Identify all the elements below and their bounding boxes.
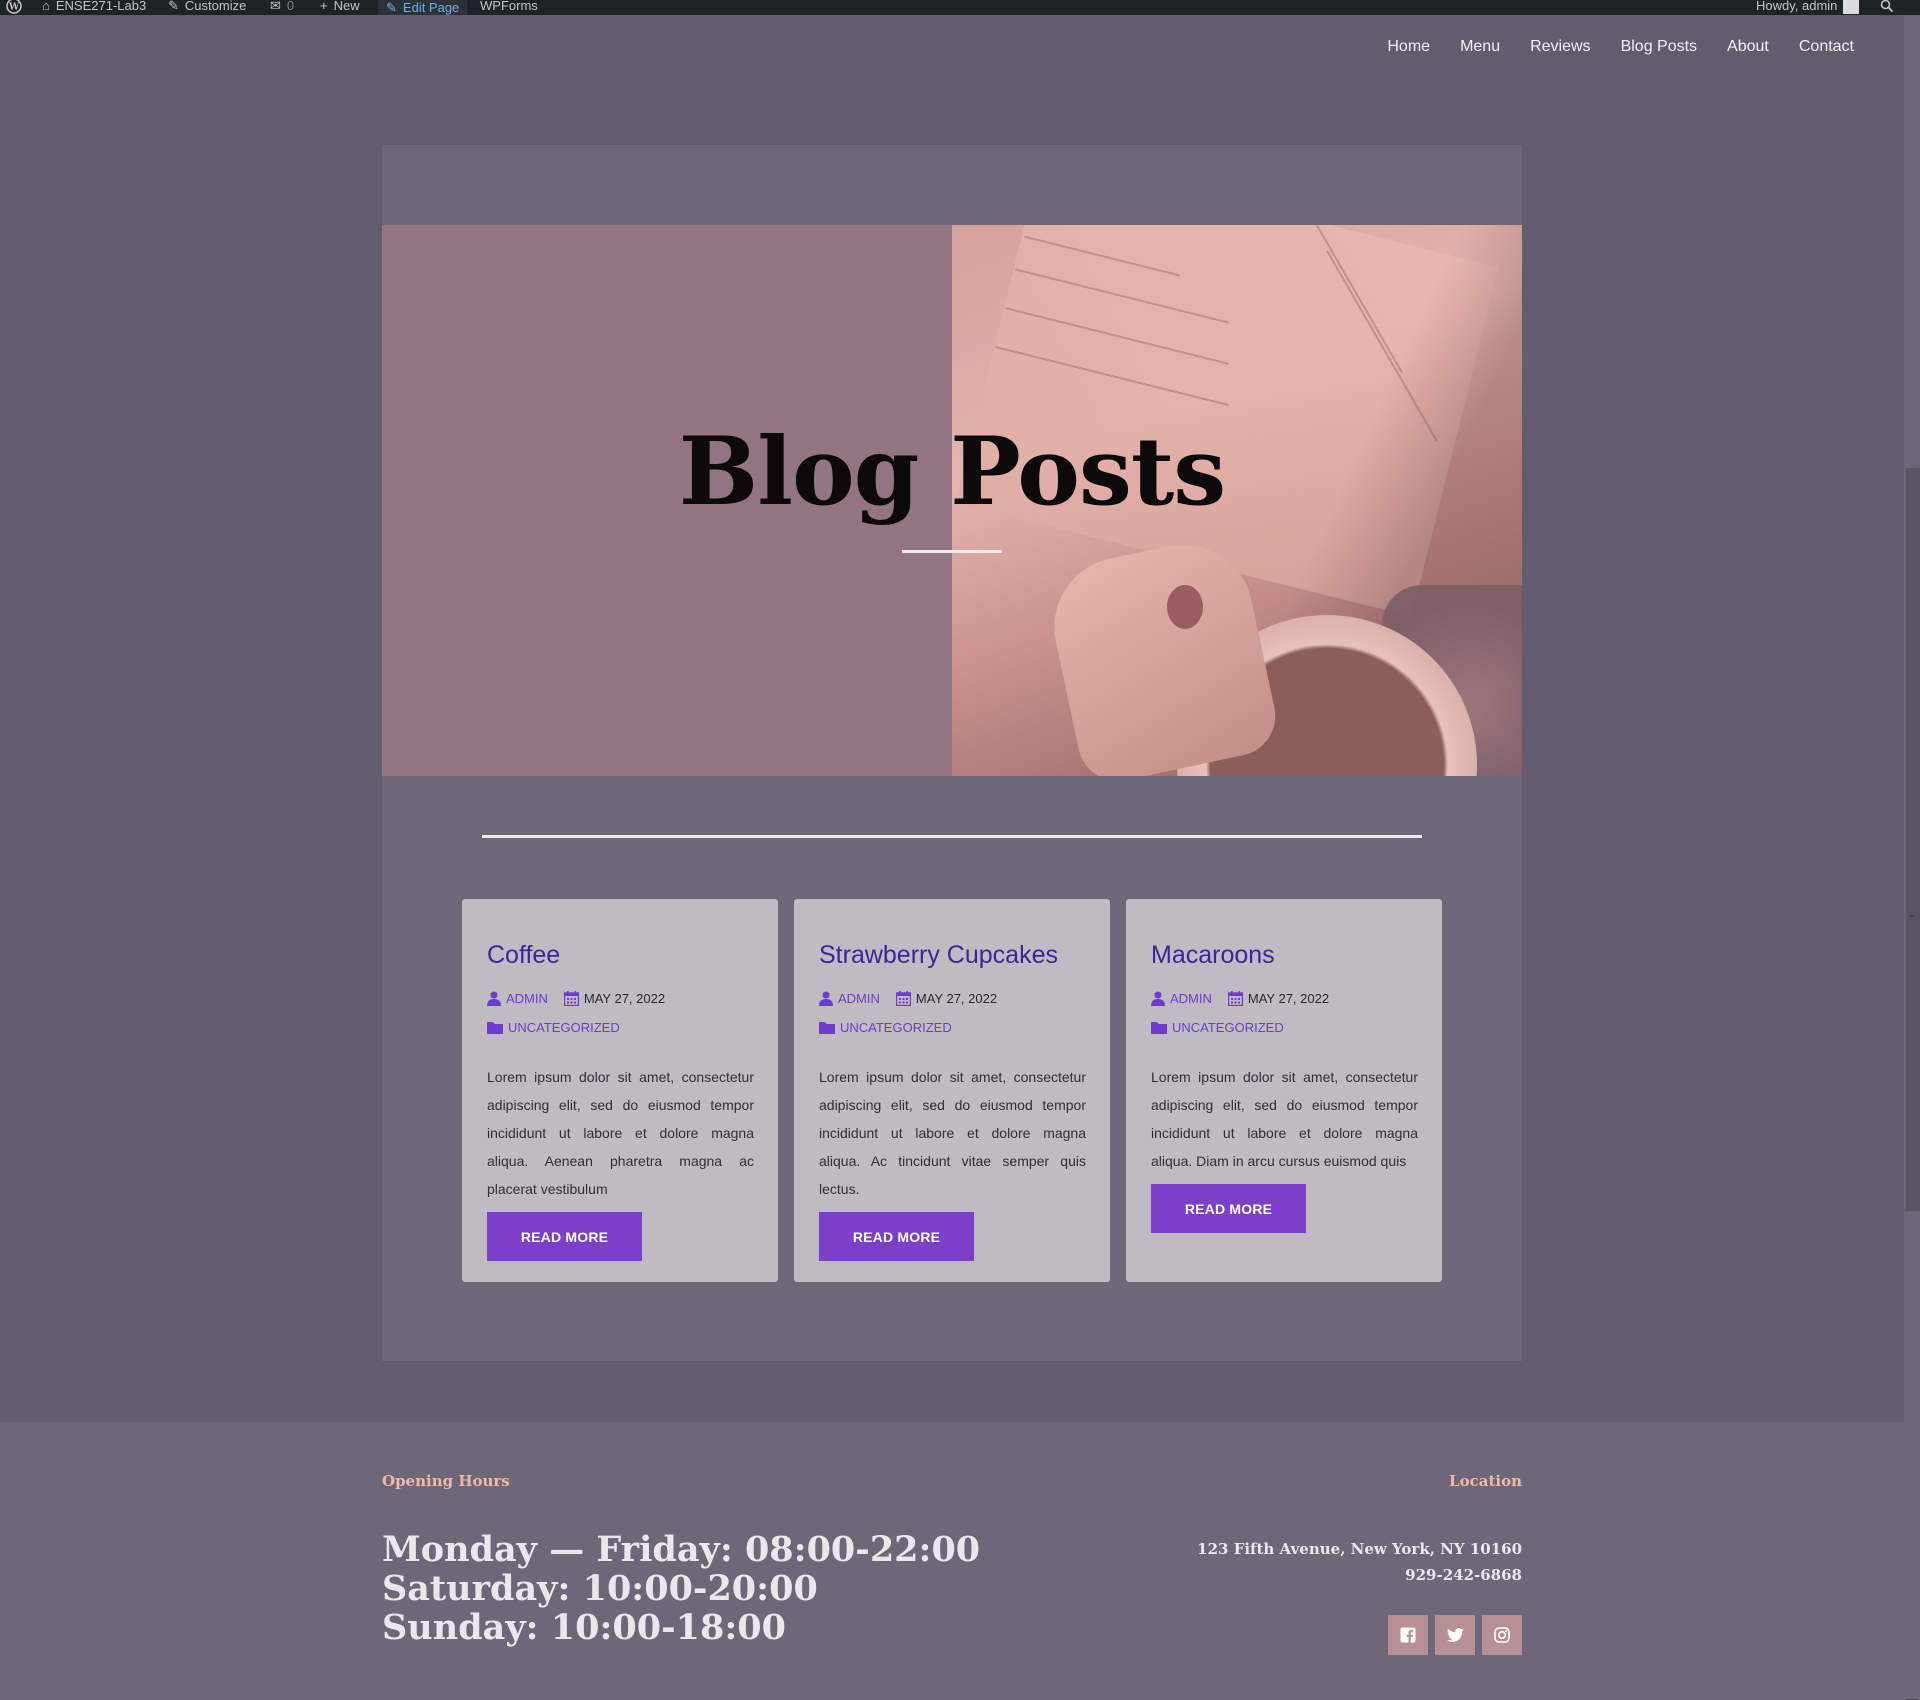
site-footer: Opening Hours Location Monday — Friday: …: [0, 1422, 1904, 1700]
nav-menu[interactable]: Menu: [1460, 38, 1500, 56]
admin-bar-comments[interactable]: ✉ 0: [270, 0, 294, 15]
hero-banner: Blog Posts: [382, 225, 1522, 776]
post-category-link[interactable]: UNCATEGORIZED: [508, 1020, 620, 1035]
title-underline: [902, 550, 1002, 553]
admin-bar-wpforms[interactable]: WPForms: [480, 0, 538, 15]
post-title[interactable]: Macaroons: [1151, 941, 1275, 970]
plus-icon: +: [320, 0, 328, 13]
nav-contact[interactable]: Contact: [1799, 38, 1854, 56]
nav-home[interactable]: Home: [1387, 38, 1430, 56]
post-excerpt: Lorem ipsum dolor sit amet, consectetur …: [487, 1069, 754, 1197]
chevron-down-icon: ⌄: [1907, 909, 1917, 920]
post-title[interactable]: Coffee: [487, 941, 560, 970]
content-panel: Blog Posts Coffee ADMIN MAY 27, 2022 UNC…: [382, 145, 1522, 1361]
post-excerpt: Lorem ipsum dolor sit amet, consectetur …: [1151, 1069, 1418, 1169]
post-author-link[interactable]: ADMIN: [506, 991, 548, 1006]
page-scrollbar[interactable]: ⌄ ▼: [1904, 15, 1920, 1700]
home-icon: ⌂: [42, 0, 50, 13]
post-meta: ADMIN MAY 27, 2022: [1151, 991, 1329, 1006]
location-details: 123 Fifth Avenue, New York, NY 10160 929…: [1197, 1536, 1522, 1588]
location-heading: Location: [1449, 1472, 1522, 1490]
folder-icon: [819, 1022, 835, 1034]
section-divider: [482, 835, 1422, 838]
post-date: MAY 27, 2022: [915, 991, 998, 1006]
post-author-link[interactable]: ADMIN: [838, 991, 880, 1006]
svg-text:W: W: [8, 3, 20, 13]
post-meta: ADMIN MAY 27, 2022: [487, 991, 665, 1006]
user-icon: [487, 991, 501, 1006]
address: 123 Fifth Avenue, New York, NY 10160: [1197, 1540, 1522, 1558]
calendar-icon: [563, 991, 579, 1006]
nav-blog-posts[interactable]: Blog Posts: [1621, 38, 1697, 56]
brush-icon: ✎: [168, 0, 179, 13]
read-more-button[interactable]: READ MORE: [1151, 1184, 1306, 1233]
folder-icon: [487, 1022, 503, 1034]
calendar-icon: [895, 991, 911, 1006]
admin-bar-account[interactable]: Howdy, admin: [1756, 0, 1860, 15]
fingernail-graphic: [1167, 585, 1203, 629]
facebook-icon[interactable]: [1388, 1615, 1428, 1655]
admin-bar: W ⌂ ENSE271-Lab3 ✎ Customize ✉ 0 + New ✎…: [0, 0, 1920, 15]
social-links: [1388, 1615, 1522, 1655]
admin-bar-new[interactable]: + New: [320, 0, 360, 15]
post-card: Coffee ADMIN MAY 27, 2022 UNCATEGORIZED …: [462, 899, 778, 1282]
post-category-link[interactable]: UNCATEGORIZED: [840, 1020, 952, 1035]
hours-line: Monday — Friday: 08:00-22:00: [382, 1529, 981, 1570]
post-card: Macaroons ADMIN MAY 27, 2022 UNCATEGORIZ…: [1126, 899, 1442, 1282]
admin-bar-site-name[interactable]: ⌂ ENSE271-Lab3: [42, 0, 146, 15]
post-date: MAY 27, 2022: [1247, 991, 1330, 1006]
hours-line: Sunday: 10:00-18:00: [382, 1607, 786, 1648]
nav-about[interactable]: About: [1727, 38, 1769, 56]
post-date: MAY 27, 2022: [583, 991, 666, 1006]
opening-hours-heading: Opening Hours: [382, 1472, 510, 1490]
post-author-link[interactable]: ADMIN: [1170, 991, 1212, 1006]
post-card: Strawberry Cupcakes ADMIN MAY 27, 2022 U…: [794, 899, 1110, 1282]
post-category-link[interactable]: UNCATEGORIZED: [1172, 1020, 1284, 1035]
instagram-icon[interactable]: [1482, 1615, 1522, 1655]
folder-icon: [1151, 1022, 1167, 1034]
comment-icon: ✉: [270, 0, 281, 13]
wordpress-logo-icon[interactable]: W: [6, 0, 22, 15]
post-category-row: UNCATEGORIZED: [487, 1020, 620, 1035]
main-navigation: Home Menu Reviews Blog Posts About Conta…: [1387, 38, 1854, 56]
post-meta: ADMIN MAY 27, 2022: [819, 991, 997, 1006]
post-excerpt: Lorem ipsum dolor sit amet, consectetur …: [819, 1069, 1086, 1197]
user-icon: [819, 991, 833, 1006]
phone-number: 929-242-6868: [1405, 1566, 1522, 1584]
page-title: Blog Posts: [678, 417, 1226, 527]
post-category-row: UNCATEGORIZED: [1151, 1020, 1284, 1035]
calendar-icon: [1227, 991, 1243, 1006]
read-more-button[interactable]: READ MORE: [487, 1212, 642, 1261]
user-icon: [1151, 991, 1165, 1006]
read-more-button[interactable]: READ MORE: [819, 1212, 974, 1261]
hours-line: Saturday: 10:00-20:00: [382, 1568, 818, 1609]
opening-hours: Monday — Friday: 08:00-22:00 Saturday: 1…: [382, 1530, 980, 1647]
twitter-icon[interactable]: [1435, 1615, 1475, 1655]
avatar: [1843, 0, 1860, 14]
admin-bar-edit-page[interactable]: ✎ Edit Page: [378, 0, 468, 15]
scrollbar-thumb[interactable]: [1906, 468, 1920, 1211]
search-icon[interactable]: [1880, 0, 1894, 15]
post-category-row: UNCATEGORIZED: [819, 1020, 952, 1035]
admin-bar-customize[interactable]: ✎ Customize: [168, 0, 246, 15]
pencil-icon: ✎: [386, 0, 397, 15]
nav-reviews[interactable]: Reviews: [1530, 38, 1590, 56]
post-title[interactable]: Strawberry Cupcakes: [819, 941, 1058, 970]
